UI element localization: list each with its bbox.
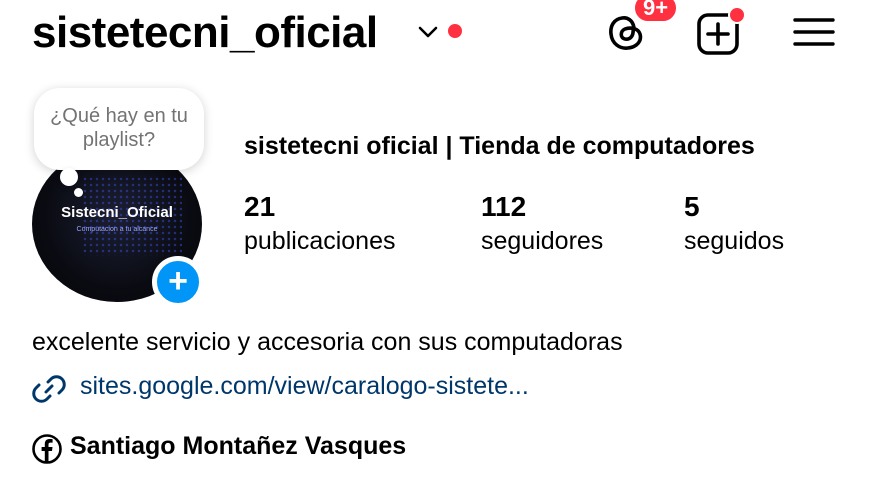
note-bubble-tail-small — [74, 188, 83, 197]
note-text[interactable]: ¿Qué hay en tu playlist? — [46, 104, 192, 152]
stat-following[interactable]: 5 seguidos — [684, 190, 784, 258]
profile-display-name: sistetecni oficial | Tienda de computado… — [244, 132, 755, 160]
profile-website-link[interactable]: sites.google.com/view/caralogo-sistete..… — [80, 372, 529, 401]
profile-bio: excelente servicio y accesoria con sus c… — [32, 328, 623, 356]
menu-icon[interactable] — [792, 12, 836, 52]
avatar-logo-title: Sistecni_Oficial — [61, 204, 173, 221]
stat-followers[interactable]: 112 seguidores — [481, 190, 603, 258]
stat-posts-value: 21 — [244, 191, 276, 222]
add-story-button[interactable]: + — [152, 256, 204, 308]
stat-following-value: 5 — [684, 191, 700, 222]
plus-icon: + — [168, 262, 188, 300]
avatar-logo-subtitle: Computacion a tu alcance — [76, 226, 158, 233]
chevron-down-icon[interactable] — [417, 22, 439, 42]
stat-posts[interactable]: 21 publicaciones — [244, 190, 396, 258]
facebook-profile-link[interactable]: Santiago Montañez Vasques — [70, 432, 406, 461]
note-bubble-tail — [60, 168, 78, 186]
link-icon — [32, 375, 66, 403]
stat-followers-value: 112 — [481, 191, 527, 222]
account-notification-dot — [448, 24, 462, 38]
stat-posts-label: publicaciones — [244, 227, 396, 255]
profile-username[interactable]: sistetecni_oficial — [32, 6, 378, 60]
stat-following-label: seguidos — [684, 227, 785, 255]
threads-notification-badge: 9+ — [632, 0, 680, 24]
facebook-icon — [32, 434, 62, 464]
create-notification-dot — [728, 6, 746, 24]
stat-followers-label: seguidores — [481, 227, 604, 255]
